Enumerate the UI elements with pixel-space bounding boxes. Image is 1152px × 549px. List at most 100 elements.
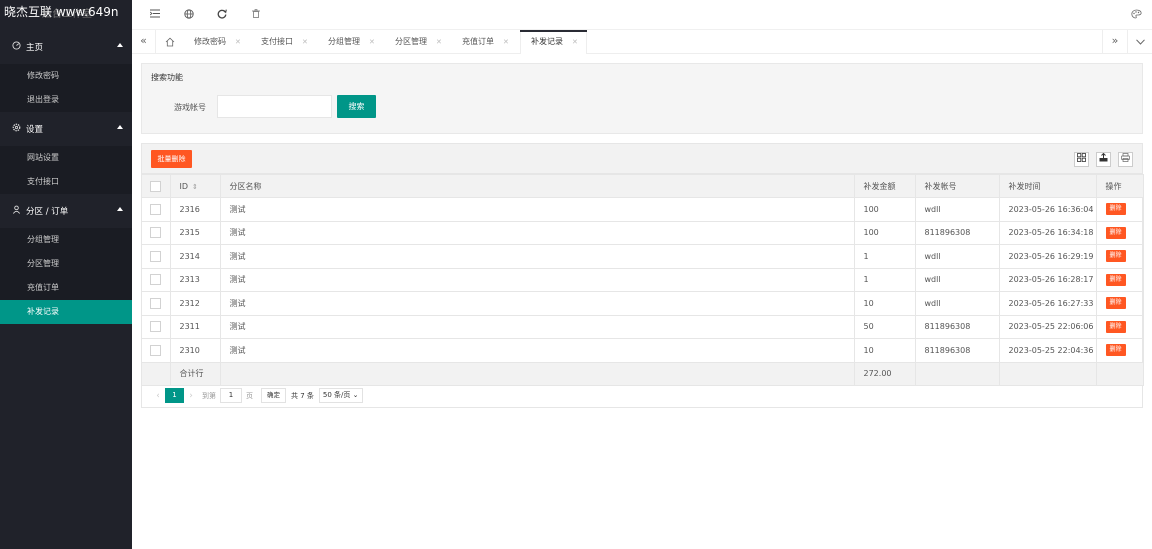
table-row: 2316 测试 100 wdll 2023-05-26 16:36:04 删除	[142, 197, 1144, 222]
column-header-id[interactable]: ID ⇕	[170, 174, 221, 198]
delete-button[interactable]: 删除	[1105, 297, 1126, 310]
sidebar-item-payment[interactable]: 支付接口	[0, 170, 132, 194]
sidebar-item-recharge-orders[interactable]: 充值订单	[0, 276, 132, 300]
sidebar-item-zone-manage[interactable]: 分区管理	[0, 252, 132, 276]
row-checkbox[interactable]	[142, 291, 171, 316]
cell-amount: 100	[854, 220, 916, 245]
pagination: ‹ 1 › 到第 1 页 确定 共 7 条 50 条/页 ⌄	[151, 388, 363, 403]
tabs-scroll-left-icon[interactable]: «	[132, 30, 156, 54]
sidebar: 后台工作室 晓杰互联 www.649n 主页 修改密码 退出登录 设置 网站设置…	[0, 0, 132, 549]
tab-close-icon[interactable]: ✕	[503, 38, 509, 46]
tab-reissue-records[interactable]: 补发记录 ✕	[520, 30, 587, 54]
column-header-zone: 分区名称	[220, 174, 855, 198]
sidebar-group-zones-orders[interactable]: 分区 / 订单	[0, 194, 132, 228]
checkbox-icon[interactable]	[150, 250, 162, 262]
tab-home-icon[interactable]	[156, 30, 183, 54]
row-checkbox[interactable]	[142, 314, 171, 339]
current-page-button[interactable]: 1	[165, 388, 184, 403]
page-size-select[interactable]: 50 条/页 ⌄	[318, 388, 363, 403]
checkbox-icon[interactable]	[150, 274, 162, 286]
row-checkbox[interactable]	[142, 197, 171, 222]
cell-id: 2311	[170, 314, 221, 339]
tab-close-icon[interactable]: ✕	[436, 38, 442, 46]
sidebar-item-reissue-records[interactable]: 补发记录	[0, 300, 132, 324]
delete-button[interactable]: 删除	[1105, 320, 1126, 333]
user-icon	[11, 205, 21, 217]
cell-account: 811896308	[915, 338, 1000, 363]
checkbox-icon[interactable]	[150, 344, 162, 356]
batch-delete-button[interactable]: 批量删除	[151, 150, 192, 168]
cell-id: 2315	[170, 220, 221, 245]
sidebar-group-settings[interactable]: 设置	[0, 112, 132, 146]
column-header-time: 补发时间	[999, 174, 1097, 198]
select-all-checkbox[interactable]	[142, 174, 171, 198]
delete-button[interactable]: 删除	[1105, 250, 1126, 263]
print-icon[interactable]	[1118, 152, 1133, 167]
sort-icon[interactable]: ⇕	[192, 183, 198, 191]
delete-button[interactable]: 删除	[1105, 273, 1126, 286]
tab-close-icon[interactable]: ✕	[235, 38, 241, 46]
tabs-scroll-right-icon[interactable]: »	[1102, 30, 1127, 54]
columns-filter-icon[interactable]	[1074, 152, 1089, 167]
checkbox-icon[interactable]	[150, 227, 162, 239]
tab-label: 支付接口	[261, 37, 293, 46]
sidebar-submenu-settings: 网站设置 支付接口	[0, 146, 132, 194]
tab-close-icon[interactable]: ✕	[369, 38, 375, 46]
cell-time: 2023-05-26 16:29:19	[999, 244, 1097, 269]
cell-amount: 1	[854, 267, 916, 292]
goto-confirm-button[interactable]: 确定	[261, 388, 286, 403]
export-icon[interactable]	[1096, 152, 1111, 167]
globe-icon[interactable]	[183, 9, 195, 21]
cell-action: 删除	[1096, 220, 1144, 245]
cell-amount: 10	[854, 338, 916, 363]
prev-page-button[interactable]: ‹	[151, 391, 165, 401]
cell-time: 2023-05-26 16:36:04	[999, 197, 1097, 222]
tab-payment[interactable]: 支付接口 ✕	[251, 30, 308, 54]
refresh-icon[interactable]	[216, 9, 228, 21]
page-size-value: 50 条/页	[322, 391, 351, 399]
delete-button[interactable]: 删除	[1105, 226, 1126, 239]
table-row: 2310 测试 10 811896308 2023-05-25 22:04:36…	[142, 338, 1144, 363]
tabs-menu-chevron-down-icon[interactable]	[1127, 30, 1152, 54]
delete-button[interactable]: 删除	[1105, 203, 1126, 216]
delete-button[interactable]: 删除	[1105, 344, 1126, 357]
records-table-panel: 批量删除 ID ⇕ 分区名称 补发金额 补发帐号 补发时间 操作 2316 测试…	[141, 143, 1144, 408]
tab-close-icon[interactable]: ✕	[302, 38, 308, 46]
chevron-down-icon: ⌄	[352, 391, 359, 399]
row-checkbox[interactable]	[142, 267, 171, 292]
sidebar-item-site-settings[interactable]: 网站设置	[0, 146, 132, 170]
sidebar-group-home[interactable]: 主页	[0, 30, 132, 64]
checkbox-icon[interactable]	[150, 297, 162, 309]
tab-close-icon[interactable]: ✕	[572, 38, 578, 46]
sidebar-item-change-password[interactable]: 修改密码	[0, 64, 132, 88]
row-checkbox[interactable]	[142, 220, 171, 245]
theme-icon[interactable]	[1130, 9, 1142, 21]
total-amount: 272.00	[854, 361, 916, 386]
cell-zone: 测试	[220, 197, 855, 222]
row-checkbox[interactable]	[142, 338, 171, 363]
game-account-label: 游戏帐号	[174, 103, 206, 112]
search-button[interactable]: 搜索	[337, 95, 376, 118]
total-empty-cell	[1096, 361, 1144, 386]
clear-cache-icon[interactable]	[250, 9, 262, 21]
column-header-amount: 补发金额	[854, 174, 916, 198]
checkbox-icon[interactable]	[150, 203, 162, 215]
goto-page-input[interactable]: 1	[220, 388, 242, 403]
cell-zone: 测试	[220, 220, 855, 245]
row-checkbox[interactable]	[142, 244, 171, 269]
checkbox-icon[interactable]	[150, 180, 162, 192]
tab-recharge-orders[interactable]: 充值订单 ✕	[452, 30, 509, 54]
sidebar-item-logout[interactable]: 退出登录	[0, 88, 132, 112]
game-account-input[interactable]	[217, 95, 332, 118]
menu-toggle-icon[interactable]	[149, 9, 161, 21]
sidebar-item-group-manage[interactable]: 分组管理	[0, 228, 132, 252]
checkbox-icon[interactable]	[150, 321, 162, 333]
logo[interactable]: 后台工作室 晓杰互联 www.649n	[0, 0, 132, 30]
cell-time: 2023-05-26 16:27:33	[999, 291, 1097, 316]
cell-amount: 1	[854, 244, 916, 269]
cell-amount: 100	[854, 197, 916, 222]
tab-group-manage[interactable]: 分组管理 ✕	[318, 30, 375, 54]
tab-zone-manage[interactable]: 分区管理 ✕	[385, 30, 442, 54]
tab-change-password[interactable]: 修改密码 ✕	[184, 30, 241, 54]
next-page-button[interactable]: ›	[184, 391, 198, 401]
